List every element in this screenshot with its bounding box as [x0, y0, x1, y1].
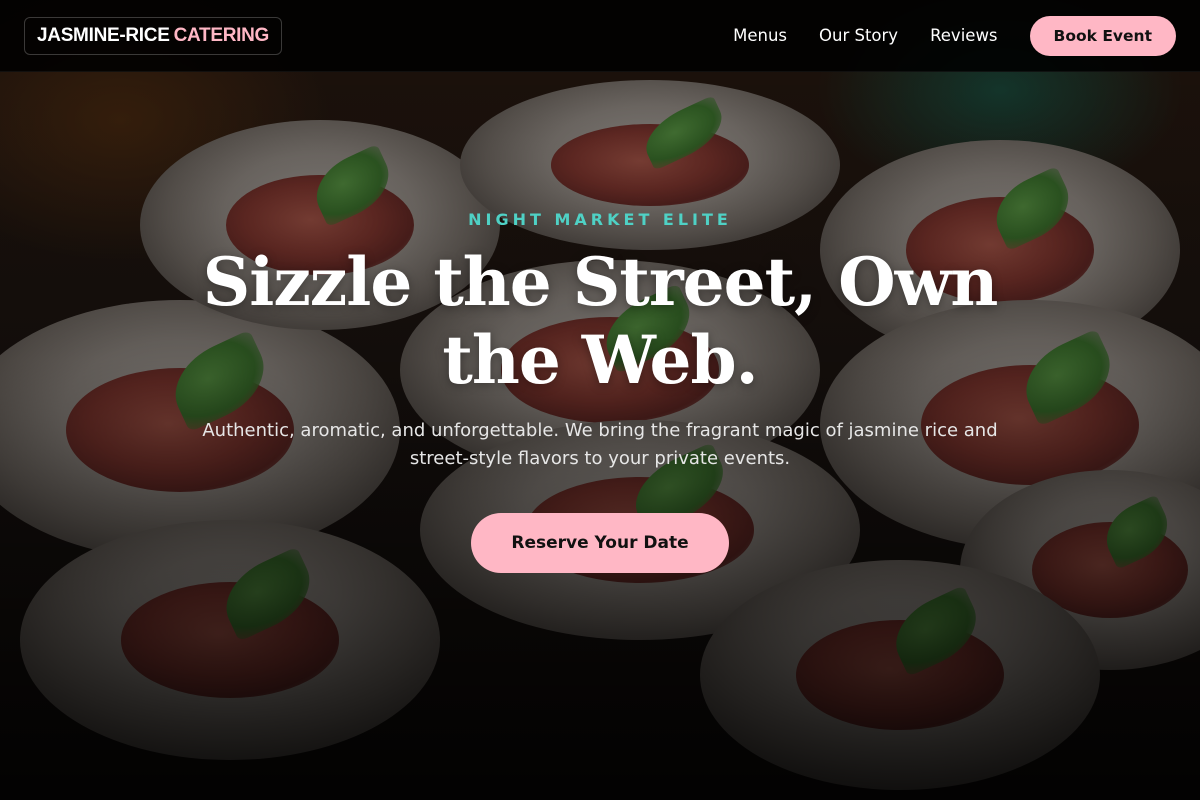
site-header: JASMINE-RICE CATERING Menus Our Story Re…	[0, 0, 1200, 72]
nav-link-menus[interactable]: Menus	[733, 26, 787, 45]
brand-name-primary: JASMINE-RICE	[37, 24, 170, 46]
hero-section: NIGHT MARKET ELITE Sizzle the Street, Ow…	[0, 210, 1200, 573]
brand-name-accent: CATERING	[173, 24, 270, 46]
hero-headline: Sizzle the Street, Own the Web.	[202, 243, 999, 399]
reserve-date-button[interactable]: Reserve Your Date	[471, 513, 729, 573]
nav-link-reviews[interactable]: Reviews	[930, 26, 997, 45]
main-nav: Menus Our Story Reviews Book Event	[733, 15, 1176, 56]
brand-logo[interactable]: JASMINE-RICE CATERING	[24, 16, 283, 55]
hero-subtext: Authentic, aromatic, and unforgettable. …	[202, 420, 998, 469]
nav-link-our-story[interactable]: Our Story	[819, 26, 898, 45]
hero-eyebrow: NIGHT MARKET ELITE	[468, 210, 732, 229]
book-event-button[interactable]: Book Event	[1029, 15, 1176, 56]
